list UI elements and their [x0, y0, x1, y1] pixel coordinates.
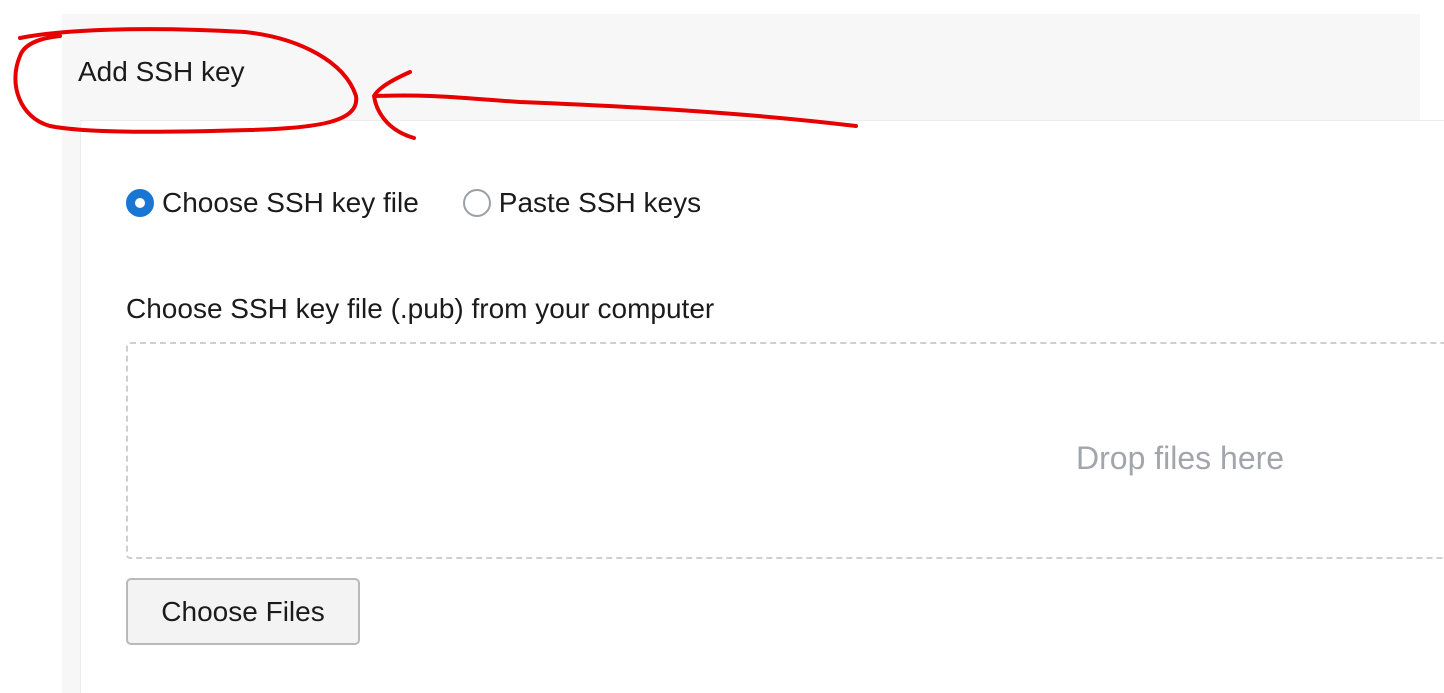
file-drop-zone[interactable]: Drop files here — [126, 342, 1444, 559]
choose-files-button[interactable]: Choose Files — [126, 578, 360, 645]
radio-label-choose-file: Choose SSH key file — [162, 187, 419, 218]
ssh-key-page: Add SSH key Choose SSH key file Paste SS… — [0, 0, 1444, 693]
radio-label-paste-keys: Paste SSH keys — [498, 187, 702, 218]
key-source-radio-group: Choose SSH key file Paste SSH keys — [126, 185, 701, 221]
panel-header — [62, 14, 1420, 121]
file-upload-label: Choose SSH key file (.pub) from your com… — [126, 293, 715, 324]
radio-option-paste-keys[interactable]: Paste SSH keys — [462, 186, 702, 220]
radio-checked-icon[interactable] — [126, 189, 154, 217]
panel-side-strip — [62, 120, 80, 693]
drop-zone-text: Drop files here — [1076, 440, 1285, 476]
panel-title: Add SSH key — [78, 56, 245, 87]
radio-option-choose-file[interactable]: Choose SSH key file — [126, 186, 419, 220]
radio-unchecked-icon[interactable] — [462, 189, 491, 217]
